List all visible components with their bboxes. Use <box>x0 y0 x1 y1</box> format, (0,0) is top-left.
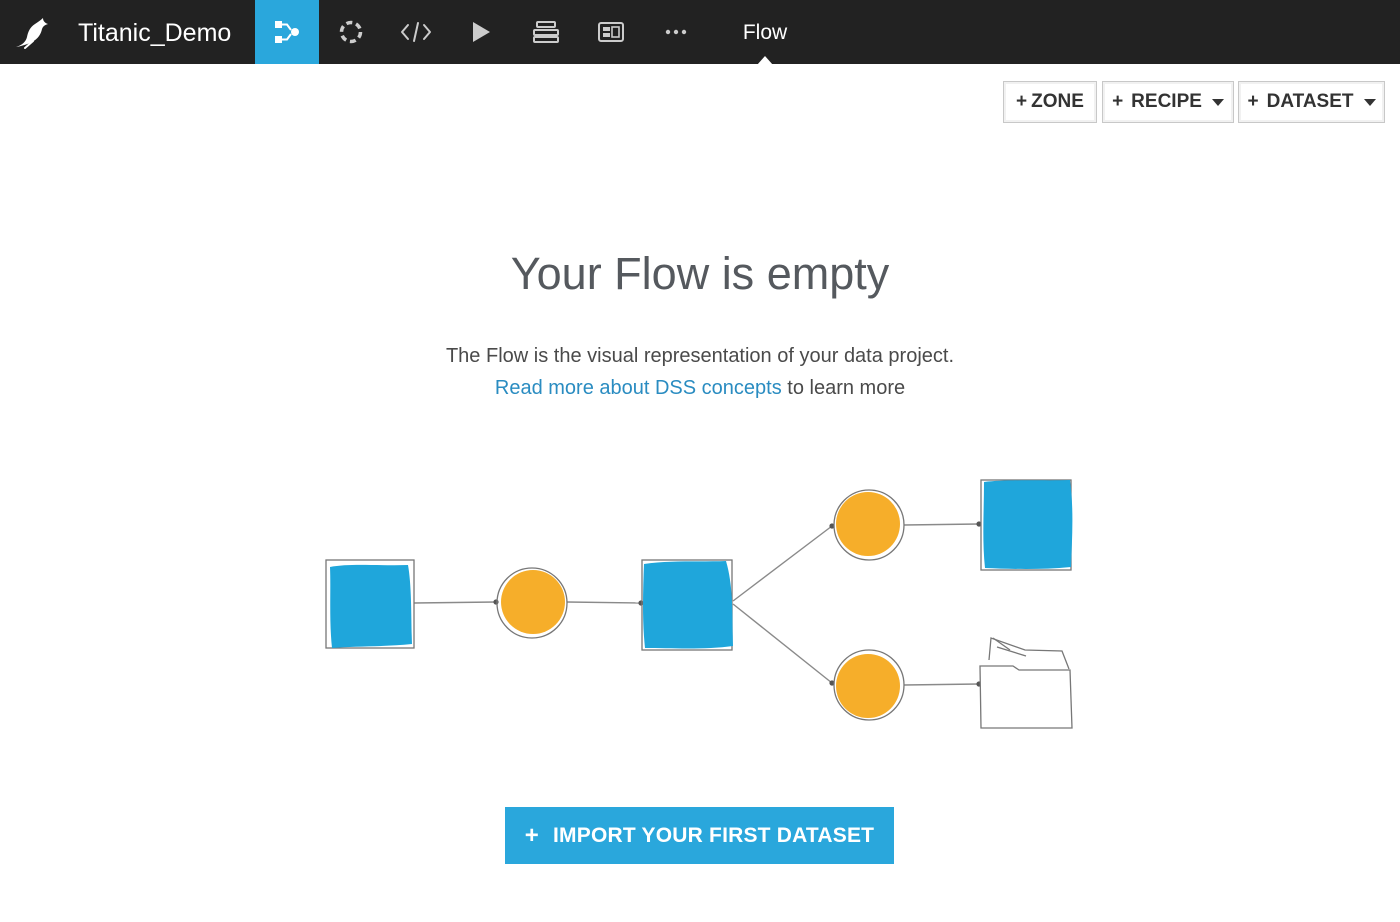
lab-icon[interactable] <box>319 0 383 64</box>
add-dataset-label: DATASET <box>1266 91 1354 112</box>
chevron-down-icon <box>1211 98 1224 106</box>
more-icon[interactable] <box>644 0 708 64</box>
folder-icon <box>979 637 1073 729</box>
empty-state-description: The Flow is the visual representation of… <box>0 340 1400 404</box>
add-recipe-button[interactable]: + RECIPE <box>1102 81 1234 123</box>
empty-state-title: Your Flow is empty <box>510 248 890 299</box>
flow-illustration <box>325 479 1073 729</box>
add-zone-button[interactable]: + ZONE <box>1003 81 1097 123</box>
recipe-circle-icon <box>496 567 568 639</box>
active-section-pointer <box>757 56 773 65</box>
plus-icon: + <box>1247 91 1259 112</box>
empty-state-link-line: Read more about DSS concepts to learn mo… <box>0 372 1400 404</box>
plus-icon: + <box>524 821 540 849</box>
dss-bird-logo-icon[interactable] <box>12 14 52 50</box>
dataset-square-icon <box>641 559 733 651</box>
import-first-dataset-label: IMPORT YOUR FIRST DATASET <box>553 823 875 847</box>
context-title: Flow <box>742 21 788 44</box>
dashboard-icon[interactable] <box>579 0 643 64</box>
add-zone-label: ZONE <box>1031 91 1084 112</box>
flow-icon[interactable] <box>255 0 319 64</box>
project-name[interactable]: Titanic_Demo <box>78 0 231 64</box>
add-recipe-label: RECIPE <box>1131 91 1202 112</box>
code-icon[interactable] <box>384 0 448 64</box>
jobs-icon[interactable] <box>449 0 513 64</box>
recipe-circle-icon <box>833 489 905 561</box>
add-dataset-button[interactable]: + DATASET <box>1238 81 1385 123</box>
dataset-square-icon <box>980 479 1073 571</box>
plus-icon: + <box>1112 91 1124 112</box>
chevron-down-icon <box>1363 98 1376 106</box>
plus-icon: + <box>1016 91 1028 112</box>
recipe-circle-icon <box>833 649 905 721</box>
dss-concepts-link[interactable]: Read more about DSS concepts <box>495 377 782 399</box>
import-first-dataset-button[interactable]: + IMPORT YOUR FIRST DATASET <box>505 807 894 864</box>
dataset-square-icon <box>325 559 415 649</box>
datasets-icon[interactable] <box>514 0 578 64</box>
top-navigation-bar: Titanic_Demo Flow <box>0 0 1400 65</box>
empty-state-text: The Flow is the visual representation of… <box>445 345 955 367</box>
empty-state-link-suffix: to learn more <box>781 377 906 399</box>
